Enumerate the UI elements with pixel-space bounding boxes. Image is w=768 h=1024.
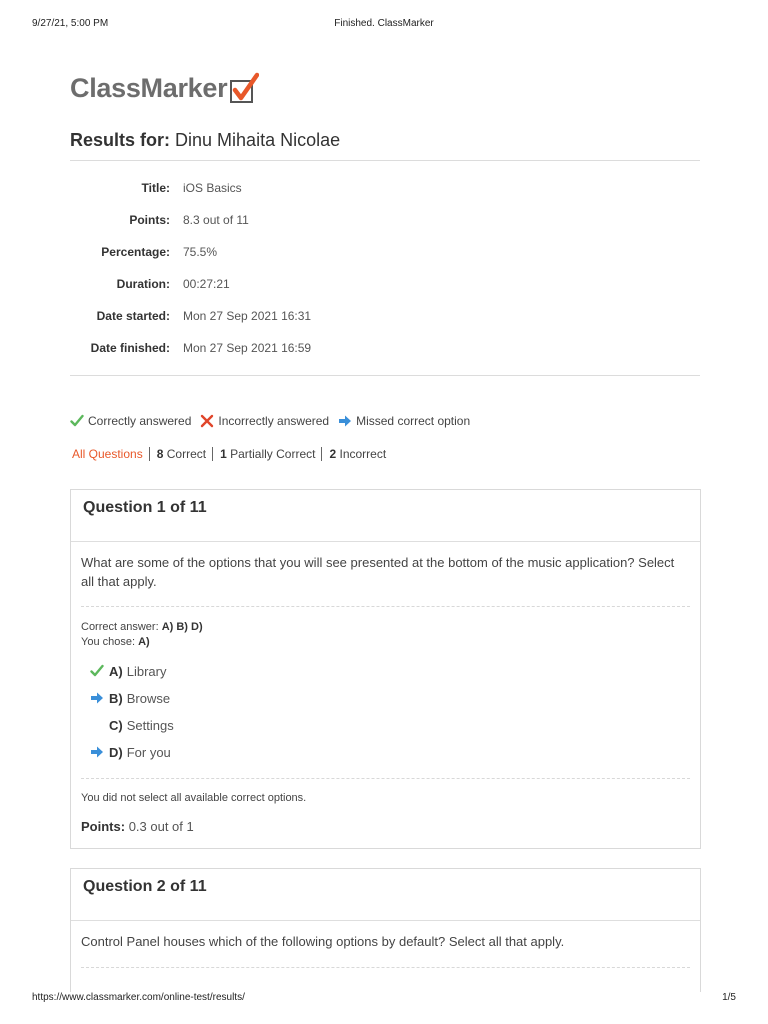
legend-missed: Missed correct option bbox=[338, 414, 470, 428]
question-text: Control Panel houses which of the follow… bbox=[81, 934, 565, 949]
question-card: Question 2 of 11 Control Panel houses wh… bbox=[70, 868, 701, 992]
answer-option-d: D) For you bbox=[89, 743, 171, 761]
option-text: Browse bbox=[126, 690, 171, 706]
arrow-right-icon bbox=[339, 415, 352, 427]
feedback-text: You did not select all available correct… bbox=[81, 792, 307, 804]
cross-icon bbox=[201, 414, 214, 428]
you-chose-label: You chose: bbox=[81, 636, 136, 648]
dashed-divider bbox=[81, 967, 690, 968]
filter-partial[interactable]: 1 Partially Correct bbox=[220, 447, 315, 461]
dashed-divider bbox=[81, 606, 690, 607]
answer-legend: Correctly answered Incorrectly answered … bbox=[70, 414, 479, 428]
legend-correct: Correctly answered bbox=[70, 414, 191, 428]
info-key: Date started: bbox=[96, 309, 170, 323]
filter-correct[interactable]: 8 Correct bbox=[157, 447, 206, 461]
filter-all-questions[interactable]: All Questions bbox=[72, 447, 143, 461]
points-line: Points: 0.3 out of 1 bbox=[81, 819, 194, 834]
answer-option-c: C) Settings bbox=[89, 716, 174, 734]
you-chose-line: You chose: A) bbox=[81, 636, 150, 648]
info-row-date-finished: Date finished: Mon 27 Sep 2021 16:59 bbox=[70, 341, 700, 359]
filter-separator bbox=[321, 447, 323, 461]
question-text: What are some of the options that you wi… bbox=[81, 555, 675, 589]
filter-separator bbox=[212, 447, 214, 461]
classmarker-logo[interactable]: ClassMarker bbox=[70, 64, 260, 104]
question-header: Question 2 of 11 bbox=[71, 869, 700, 921]
filter-partial-count: 1 bbox=[220, 447, 227, 461]
filter-correct-label: Correct bbox=[166, 447, 207, 461]
points-label: Points: bbox=[81, 819, 126, 834]
filter-separator bbox=[148, 447, 150, 461]
you-chose-value: A) bbox=[138, 636, 150, 648]
option-letter: C) bbox=[109, 717, 123, 733]
option-text: Library bbox=[126, 663, 167, 679]
info-row-title: Title: iOS Basics bbox=[70, 181, 700, 199]
question-filters: All Questions 8 Correct 1 Partially Corr… bbox=[72, 447, 386, 461]
info-value: 00:27:21 bbox=[183, 277, 230, 291]
info-row-duration: Duration: 00:27:21 bbox=[70, 277, 700, 295]
check-icon bbox=[70, 414, 84, 427]
arrow-right-icon bbox=[91, 692, 103, 704]
correct-answer-line: Correct answer: A) B) D) bbox=[81, 621, 203, 633]
results-label: Results for: bbox=[70, 130, 171, 150]
divider bbox=[70, 375, 700, 376]
info-key: Title: bbox=[141, 181, 170, 195]
info-value: Mon 27 Sep 2021 16:59 bbox=[183, 341, 312, 355]
logo-text: ClassMarker bbox=[70, 73, 228, 103]
results-title: Results for: Dinu Mihaita Nicolae bbox=[70, 130, 340, 151]
print-header: 9/27/21, 5:00 PM Finished. ClassMarker bbox=[32, 18, 736, 32]
question-card: Question 1 of 11 What are some of the op… bbox=[70, 489, 701, 849]
legend-incorrect-label: Incorrectly answered bbox=[218, 414, 330, 428]
question-heading: Question 2 of 11 bbox=[83, 878, 207, 895]
print-page-number: 1/5 bbox=[722, 992, 736, 1003]
print-title: Finished. ClassMarker bbox=[334, 18, 434, 29]
question-header: Question 1 of 11 bbox=[71, 490, 700, 542]
info-value: Mon 27 Sep 2021 16:31 bbox=[183, 309, 312, 323]
arrow-right-icon bbox=[91, 746, 103, 758]
logo-check-icon bbox=[230, 72, 260, 103]
info-key: Duration: bbox=[116, 277, 170, 291]
info-value: iOS Basics bbox=[183, 181, 242, 195]
info-value: 8.3 out of 11 bbox=[183, 213, 249, 227]
divider bbox=[70, 160, 700, 161]
info-row-percentage: Percentage: 75.5% bbox=[70, 245, 700, 263]
filter-incorrect[interactable]: 2 Incorrect bbox=[329, 447, 386, 461]
info-row-date-started: Date started: Mon 27 Sep 2021 16:31 bbox=[70, 309, 700, 327]
answer-option-a: A) Library bbox=[89, 662, 166, 680]
dashed-divider bbox=[81, 778, 690, 779]
print-footer: https://www.classmarker.com/online-test/… bbox=[32, 992, 736, 1006]
option-text: Settings bbox=[126, 717, 174, 733]
legend-incorrect: Incorrectly answered bbox=[200, 414, 329, 428]
results-name: Dinu Mihaita Nicolae bbox=[175, 130, 341, 150]
points-value: 0.3 out of 1 bbox=[128, 819, 194, 834]
filter-incorrect-label: Incorrect bbox=[339, 447, 387, 461]
info-row-points: Points: 8.3 out of 11 bbox=[70, 213, 700, 231]
info-key: Date finished: bbox=[90, 341, 170, 355]
option-letter: D) bbox=[109, 744, 123, 760]
option-letter: A) bbox=[109, 663, 123, 679]
option-text: For you bbox=[126, 744, 171, 760]
option-letter: B) bbox=[109, 690, 123, 706]
filter-correct-count: 8 bbox=[156, 447, 164, 461]
info-key: Percentage: bbox=[101, 245, 170, 259]
info-value: 75.5% bbox=[183, 245, 218, 259]
check-icon bbox=[90, 664, 104, 677]
legend-correct-label: Correctly answered bbox=[88, 414, 192, 428]
legend-missed-label: Missed correct option bbox=[356, 414, 471, 428]
filter-partial-label: Partially Correct bbox=[230, 447, 316, 461]
info-key: Points: bbox=[129, 213, 170, 227]
question-heading: Question 1 of 11 bbox=[83, 499, 207, 516]
filter-incorrect-count: 2 bbox=[329, 447, 337, 461]
print-url[interactable]: https://www.classmarker.com/online-test/… bbox=[32, 992, 245, 1003]
answer-option-b: B) Browse bbox=[89, 689, 170, 707]
correct-answer-label: Correct answer: bbox=[81, 621, 159, 633]
correct-answer-value: A) B) D) bbox=[161, 621, 203, 633]
